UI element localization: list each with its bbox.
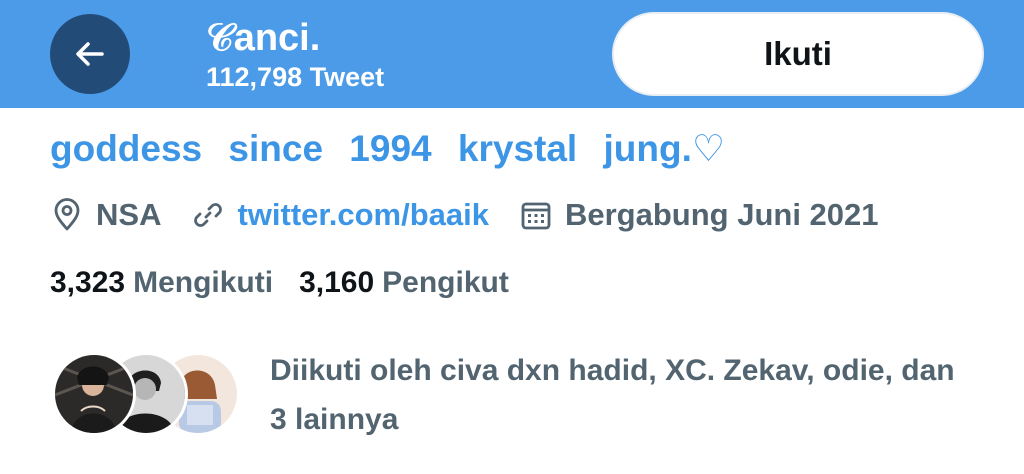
avatar	[52, 352, 136, 436]
followed-by-text[interactable]: Diikuti oleh civa dxn hadid, XC. Zekav, …	[270, 346, 970, 444]
tweet-count: 112,798 Tweet	[206, 62, 385, 92]
website-item[interactable]: twitter.com/baaik	[191, 197, 489, 233]
location-text: NSA	[96, 197, 162, 232]
following-label: Mengikuti	[133, 266, 274, 299]
follow-button[interactable]: Ikuti	[612, 12, 984, 96]
followers-stat[interactable]: 3,160 Pengikut	[299, 266, 509, 300]
location-item: NSA	[50, 197, 161, 233]
arrow-left-icon	[76, 42, 104, 66]
profile-header: 𝒞anci. 112,798 Tweet Ikuti	[0, 0, 1024, 108]
followers-label: Pengikut	[382, 266, 509, 299]
website-link[interactable]: twitter.com/baaik	[237, 197, 489, 233]
link-icon	[194, 203, 223, 227]
followed-by-avatars[interactable]	[52, 352, 252, 436]
location-pin-icon	[54, 198, 80, 231]
back-button[interactable]	[50, 14, 130, 94]
calendar-icon	[521, 202, 551, 230]
joined-item: Bergabung Juni 2021	[519, 197, 879, 233]
followers-count: 3,160	[299, 266, 375, 299]
profile-meta: NSA twitter.com/baaik Bergabung Juni 202…	[50, 190, 909, 240]
follow-stats: 3,323 Mengikuti 3,160 Pengikut	[50, 266, 535, 300]
following-stat[interactable]: 3,323 Mengikuti	[50, 266, 273, 300]
following-count: 3,323	[50, 266, 126, 299]
joined-text: Bergabung Juni 2021	[564, 197, 879, 232]
profile-bio: goddess since 1994 krystal jung.♡	[50, 128, 726, 169]
profile-name: 𝒞anci.	[206, 17, 321, 59]
